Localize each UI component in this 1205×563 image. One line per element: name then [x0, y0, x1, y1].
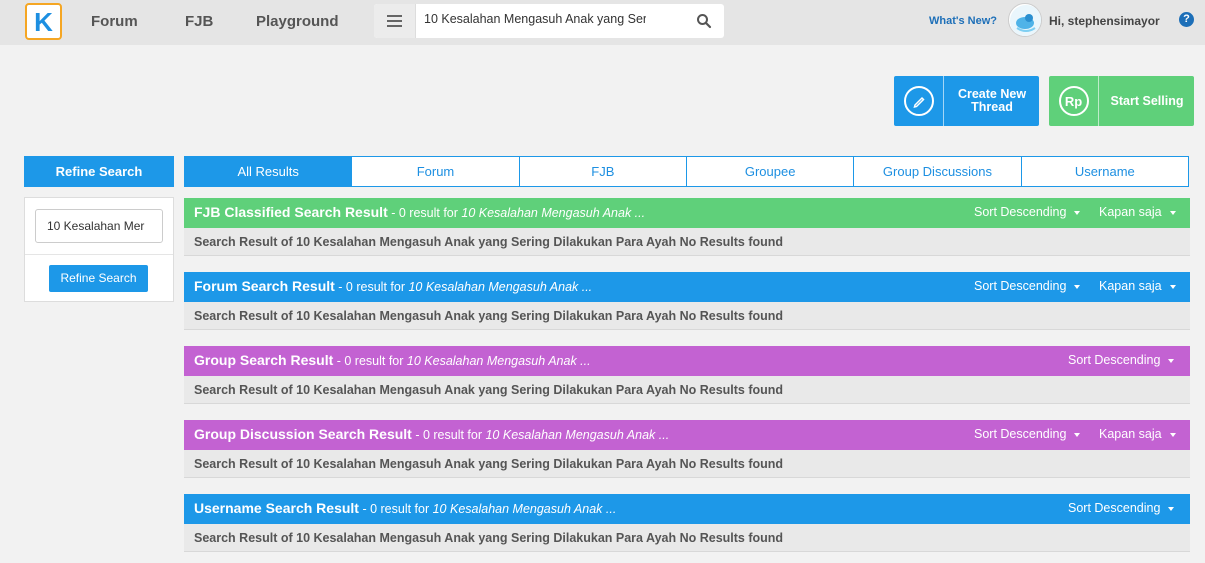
section-title: Forum Search Result - 0 result for 10 Ke…: [194, 278, 593, 294]
refine-search-panel: 10 Kesalahan Mer Refine Search: [24, 197, 174, 302]
top-nav: K Forum FJB Playground 10 Kesalahan Meng…: [0, 0, 1205, 45]
section-body: Search Result of 10 Kesalahan Mengasuh A…: [184, 450, 1190, 478]
create-thread-label: Create New Thread: [957, 87, 1027, 114]
time-dropdown[interactable]: Kapan saja: [1099, 205, 1176, 219]
tab-groupee[interactable]: Groupee: [685, 157, 853, 186]
start-selling-label: Start Selling: [1110, 94, 1184, 108]
tab-all-results[interactable]: All Results: [185, 157, 352, 186]
section-title: Group Search Result - 0 result for 10 Ke…: [194, 352, 591, 368]
refine-search-input[interactable]: 10 Kesalahan Mer: [35, 209, 163, 243]
section-header: Group Discussion Search Result - 0 resul…: [184, 420, 1190, 450]
tab-username[interactable]: Username: [1020, 157, 1188, 186]
section-header: Forum Search Result - 0 result for 10 Ke…: [184, 272, 1190, 302]
avatar[interactable]: [1008, 3, 1042, 37]
sort-dropdown[interactable]: Sort Descending: [974, 279, 1081, 293]
section-header: Group Search Result - 0 result for 10 Ke…: [184, 346, 1190, 376]
pencil-icon: [894, 76, 944, 126]
group-result-section: Group Search Result - 0 result for 10 Ke…: [184, 346, 1190, 404]
refine-search-button[interactable]: Refine Search: [49, 265, 148, 292]
forum-result-section: Forum Search Result - 0 result for 10 Ke…: [184, 272, 1190, 330]
help-icon[interactable]: ?: [1179, 12, 1194, 27]
sort-dropdown[interactable]: Sort Descending: [1068, 353, 1175, 367]
section-body: Search Result of 10 Kesalahan Mengasuh A…: [184, 228, 1190, 256]
section-title: FJB Classified Search Result - 0 result …: [194, 204, 646, 220]
sort-dropdown[interactable]: Sort Descending: [974, 427, 1081, 441]
create-new-thread-button[interactable]: Create New Thread: [894, 76, 1039, 126]
search-bar: 10 Kesalahan Mengasuh Anak yang Sering D: [374, 4, 724, 38]
group-discussion-result-section: Group Discussion Search Result - 0 resul…: [184, 420, 1190, 478]
user-greeting[interactable]: Hi, stephensimayor: [1049, 14, 1160, 28]
tab-group-discussions[interactable]: Group Discussions: [853, 157, 1020, 186]
search-icon[interactable]: [696, 13, 712, 29]
menu-icon[interactable]: [374, 4, 416, 38]
kaskus-logo-icon[interactable]: K: [25, 3, 62, 40]
section-body: Search Result of 10 Kesalahan Mengasuh A…: [184, 376, 1190, 404]
divider: [25, 254, 173, 255]
nav-link-playground[interactable]: Playground: [256, 13, 339, 30]
time-dropdown[interactable]: Kapan saja: [1099, 279, 1176, 293]
section-header: FJB Classified Search Result - 0 result …: [184, 198, 1190, 228]
tab-forum[interactable]: Forum: [351, 157, 518, 186]
username-result-section: Username Search Result - 0 result for 10…: [184, 494, 1190, 552]
time-dropdown[interactable]: Kapan saja: [1099, 427, 1176, 441]
section-title: Group Discussion Search Result - 0 resul…: [194, 426, 670, 442]
fjb-result-section: FJB Classified Search Result - 0 result …: [184, 198, 1190, 256]
section-body: Search Result of 10 Kesalahan Mengasuh A…: [184, 302, 1190, 330]
rupiah-icon: Rp: [1049, 76, 1099, 126]
section-header: Username Search Result - 0 result for 10…: [184, 494, 1190, 524]
section-title: Username Search Result - 0 result for 10…: [194, 500, 617, 516]
search-input[interactable]: 10 Kesalahan Mengasuh Anak yang Sering D: [424, 12, 646, 26]
section-body: Search Result of 10 Kesalahan Mengasuh A…: [184, 524, 1190, 552]
refine-search-heading: Refine Search: [24, 156, 174, 187]
sort-dropdown[interactable]: Sort Descending: [974, 205, 1081, 219]
nav-link-fjb[interactable]: FJB: [185, 13, 213, 30]
sort-dropdown[interactable]: Sort Descending: [1068, 501, 1175, 515]
result-tabs: All Results Forum FJB Groupee Group Disc…: [184, 156, 1189, 187]
whats-new-link[interactable]: What's New?: [929, 15, 997, 27]
start-selling-button[interactable]: Rp Start Selling: [1049, 76, 1194, 126]
nav-link-forum[interactable]: Forum: [91, 13, 138, 30]
tab-fjb[interactable]: FJB: [518, 157, 686, 186]
